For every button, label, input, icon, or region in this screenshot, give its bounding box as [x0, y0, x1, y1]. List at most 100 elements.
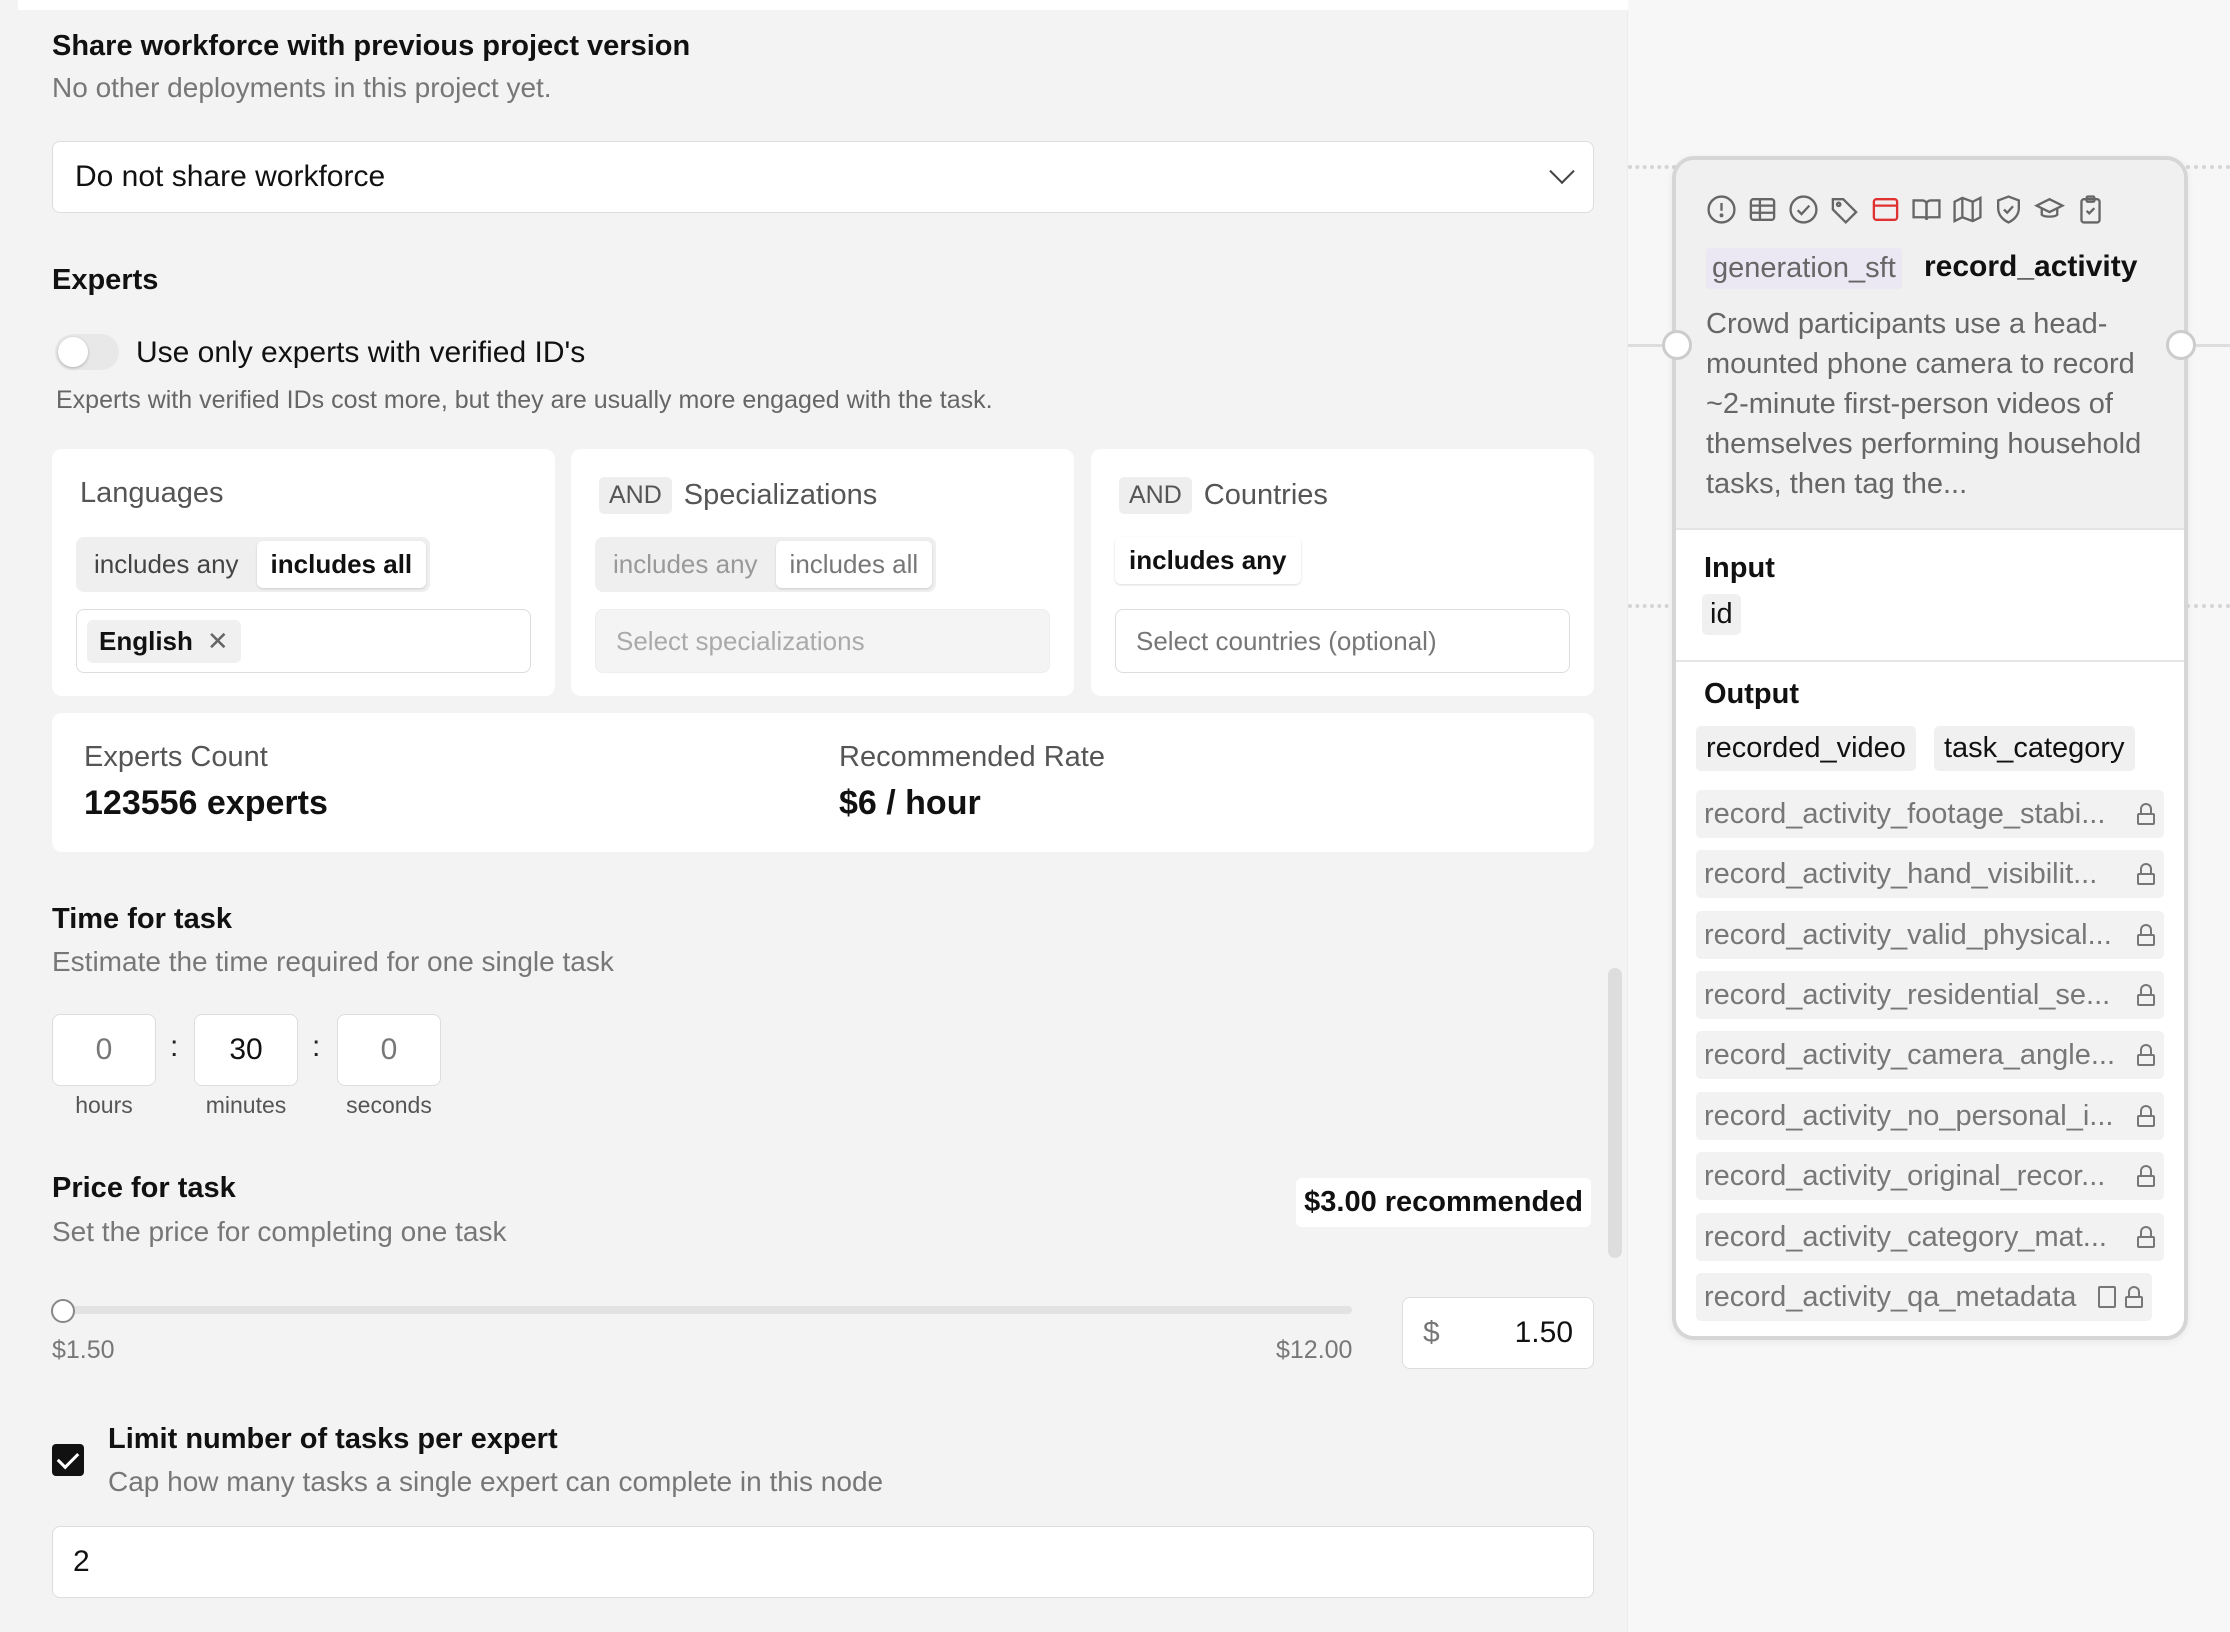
workforce-subtitle: No other deployments in this project yet…	[52, 72, 552, 103]
document-icon	[2098, 1286, 2116, 1308]
and-badge: AND	[1119, 477, 1192, 514]
time-subtitle: Estimate the time required for one singl…	[52, 946, 614, 977]
check-circle-icon[interactable]	[1788, 194, 1819, 225]
clipboard-check-icon[interactable]	[2075, 194, 2106, 225]
node-name: record_activity	[1924, 250, 2138, 283]
seconds-input[interactable]: 0	[337, 1014, 441, 1086]
countries-title: AND Countries	[1119, 477, 1328, 514]
countries-input[interactable]: Select countries (optional)	[1115, 609, 1570, 673]
locked-output-field: record_activity_category_mat...	[1696, 1213, 2164, 1261]
price-recommended-badge: $3.00 recommended	[1296, 1178, 1591, 1227]
price-slider-min: $1.50	[52, 1336, 115, 1364]
price-slider-handle[interactable]	[51, 1299, 75, 1323]
locked-output-field: record_activity_valid_physical...	[1696, 911, 2164, 959]
lock-icon	[2136, 1226, 2156, 1248]
price-slider-track[interactable]	[62, 1306, 1352, 1314]
languages-match-toggle: includes any includes all	[76, 537, 431, 592]
specializations-title: AND Specializations	[599, 477, 877, 514]
hours-input[interactable]: 0	[52, 1014, 156, 1086]
record-activity-node[interactable]: generation_sft record_activity Crowd par…	[1672, 156, 2188, 1340]
time-separator: :	[170, 1030, 179, 1063]
input-handle[interactable]	[1662, 330, 1692, 360]
settings-panel: Share workforce with previous project ve…	[0, 0, 1628, 1632]
recommended-rate: Recommended Rate $6 / hour	[839, 741, 1105, 823]
lock-icon	[2136, 803, 2156, 825]
experts-stats-card: Experts Count 123556 experts Recommended…	[52, 713, 1594, 852]
graduation-cap-icon[interactable]	[2034, 194, 2065, 225]
limit-tasks-checkbox[interactable]	[52, 1444, 84, 1476]
and-badge: AND	[599, 477, 672, 514]
currency-symbol: $	[1423, 1316, 1440, 1349]
workforce-select[interactable]: Do not share workforce	[52, 141, 1594, 213]
shield-check-icon[interactable]	[1993, 194, 2024, 225]
languages-title: Languages	[80, 477, 224, 509]
languages-includes-any[interactable]: includes any	[80, 541, 253, 588]
input-title: Input	[1704, 552, 1775, 584]
edge-connector	[2186, 604, 2230, 608]
verified-id-label: Use only experts with verified ID's	[136, 336, 586, 369]
locked-output-field: record_activity_qa_metadata	[1696, 1273, 2152, 1321]
alert-circle-icon[interactable]	[1706, 194, 1737, 225]
map-icon[interactable]	[1952, 194, 1983, 225]
languages-input[interactable]: English ✕	[76, 609, 531, 673]
section-divider	[1676, 660, 2184, 662]
price-slider-max: $12.00	[1276, 1336, 1353, 1364]
panel-top-edge	[18, 0, 1628, 10]
languages-includes-all[interactable]: includes all	[256, 541, 427, 588]
locked-output-field: record_activity_original_recor...	[1696, 1152, 2164, 1200]
language-chip: English ✕	[87, 619, 241, 663]
recommended-rate-label: Recommended Rate	[839, 741, 1105, 773]
output-field-chip: task_category	[1934, 726, 2135, 771]
countries-includes-any[interactable]: includes any	[1115, 537, 1301, 584]
countries-placeholder: Select countries (optional)	[1136, 625, 1437, 656]
locked-output-field: record_activity_camera_angle...	[1696, 1031, 2164, 1079]
price-input[interactable]: $ 1.50	[1402, 1297, 1594, 1369]
edge-connector	[2186, 165, 2230, 169]
time-separator: :	[312, 1030, 321, 1063]
node-description: Crowd participants use a head-mounted ph…	[1706, 308, 2142, 500]
locked-output-field: record_activity_footage_stabi...	[1696, 790, 2164, 838]
workforce-select-value: Do not share workforce	[75, 160, 386, 193]
tag-icon[interactable]	[1829, 194, 1860, 225]
book-open-icon[interactable]	[1911, 194, 1942, 225]
lock-icon	[2136, 863, 2156, 885]
specializations-placeholder: Select specializations	[616, 625, 865, 656]
lock-icon	[2136, 984, 2156, 1006]
lock-icon	[2124, 1286, 2144, 1308]
experts-count: Experts Count 123556 experts	[84, 741, 328, 823]
specializations-input[interactable]: Select specializations	[595, 609, 1050, 673]
language-chip-label: English	[99, 625, 193, 656]
specializations-match-toggle: includes any includes all	[595, 537, 937, 592]
browser-window-icon[interactable]	[1870, 194, 1901, 225]
verified-id-note: Experts with verified IDs cost more, but…	[56, 386, 993, 414]
output-handle[interactable]	[2166, 330, 2196, 360]
lock-icon	[2136, 1165, 2156, 1187]
verified-id-toggle[interactable]	[55, 334, 119, 370]
output-title: Output	[1704, 678, 1800, 710]
node-type-tag: generation_sft	[1706, 248, 1902, 289]
node-icon-row	[1706, 194, 2106, 225]
limit-subtitle: Cap how many tasks a single expert can c…	[108, 1466, 884, 1497]
edge-connector	[1628, 165, 1676, 169]
lock-icon	[2136, 1044, 2156, 1066]
limit-tasks-input[interactable]: 2	[52, 1526, 1594, 1598]
price-value: 1.50	[1514, 1316, 1573, 1349]
panel-scrollbar[interactable]	[1608, 968, 1622, 1258]
input-field-chip: id	[1702, 594, 1741, 635]
limit-title: Limit number of tasks per expert	[108, 1423, 558, 1455]
toggle-knob	[58, 337, 88, 367]
remove-chip-icon[interactable]: ✕	[207, 626, 229, 657]
minutes-input[interactable]: 30	[194, 1014, 298, 1086]
specializations-includes-all[interactable]: includes all	[775, 541, 933, 588]
table-icon[interactable]	[1747, 194, 1778, 225]
locked-output-field: record_activity_no_personal_i...	[1696, 1092, 2164, 1140]
specializations-card: AND Specializations includes any include…	[571, 449, 1074, 696]
specializations-includes-any[interactable]: includes any	[599, 541, 772, 588]
experts-title: Experts	[52, 264, 159, 296]
lock-icon	[2136, 1105, 2156, 1127]
time-title: Time for task	[52, 903, 232, 935]
languages-card: Languages includes any includes all Engl…	[52, 449, 555, 696]
countries-card: AND Countries includes any Select countr…	[1091, 449, 1594, 696]
experts-count-label: Experts Count	[84, 741, 268, 773]
node-header: generation_sft record_activity Crowd par…	[1676, 160, 2184, 530]
